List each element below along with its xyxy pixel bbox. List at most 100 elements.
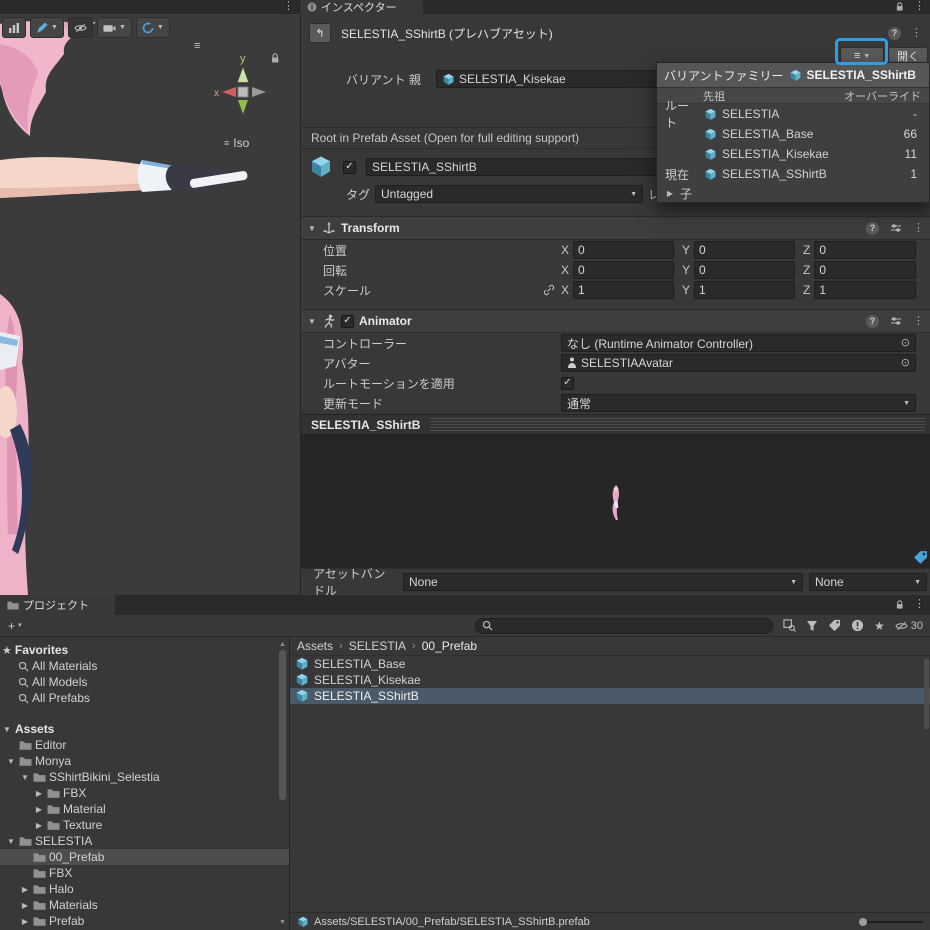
tree-item-editor[interactable]: Editor [0,737,289,753]
foldout-open-icon[interactable]: ▼ [2,725,12,734]
rotation-x-field[interactable]: 0 [573,261,674,279]
tree-item-sshirtbikini-selestia[interactable]: ▼ SShirtBikini_Selestia [0,769,289,785]
overlay-menu-icon[interactable]: ≡ [194,40,200,52]
component-menu-icon[interactable]: ⋮ [913,316,924,327]
tab-project[interactable]: プロジェクト [0,595,115,615]
scene-pane-menu-icon[interactable]: ⋮ [283,1,294,12]
tree-item-texture[interactable]: ▶ Texture [0,817,289,833]
tree-item-materials[interactable]: ▶ Materials [0,897,289,913]
tree-item-prefab[interactable]: ▶ Prefab [0,913,289,929]
filter-by-type-icon[interactable] [806,620,818,632]
tree-item-all-materials[interactable]: All Materials [0,658,289,674]
apply-root-motion-checkbox[interactable]: ✓ [561,377,574,390]
asset-zoom-slider[interactable] [859,918,923,926]
assetbundle-dropdown[interactable]: None ▼ [403,573,803,591]
scale-x-field[interactable]: 1 [573,281,674,299]
tag-dropdown[interactable]: Untagged ▼ [375,185,643,203]
foldout-closed-icon[interactable]: ▶ [34,805,44,814]
controller-object-field[interactable]: なし (Runtime Animator Controller) ⊙ [561,334,916,352]
scene-gizmo[interactable]: y x [214,50,274,120]
tree-item-fbx-2[interactable]: FBX [0,865,289,881]
foldout-open-icon[interactable]: ▼ [307,317,317,326]
presets-icon[interactable] [890,223,902,233]
tree-item-fbx[interactable]: ▶ FBX [0,785,289,801]
presets-icon[interactable] [890,316,902,326]
position-z-field[interactable]: 0 [814,241,916,259]
avatar-object-field[interactable]: SELESTIAAvatar ⊙ [561,354,916,372]
transform-header[interactable]: ▼ Transform ? ⋮ [301,216,930,240]
scale-y-field[interactable]: 1 [694,281,795,299]
tree-item-selestia[interactable]: ▼ SELESTIA [0,833,289,849]
tree-item-monya[interactable]: ▼ Monya [0,753,289,769]
tree-favorites-header[interactable]: ★ Favorites [0,642,289,658]
inspector-pane-menu-icon[interactable]: ⋮ [914,1,925,12]
help-icon[interactable]: ? [888,27,901,40]
draw-mode-button[interactable]: ▼ [30,17,64,38]
component-overlay-button[interactable]: ▼ [136,17,170,38]
camera-overlay-button[interactable]: ▼ [97,17,132,38]
preview-header[interactable]: SELESTIA_SShirtB [301,414,930,435]
project-pane-menu-icon[interactable]: ⋮ [914,599,925,610]
project-search-field[interactable] [475,618,773,634]
animator-enabled-checkbox[interactable]: ✓ [341,315,354,328]
tree-assets-header[interactable]: ▼ Assets [0,721,289,737]
foldout-closed-icon[interactable]: ▶ [20,917,30,926]
object-picker-icon[interactable]: ⊙ [901,338,910,349]
foldout-closed-icon[interactable]: ▶ [34,789,44,798]
help-icon[interactable]: ? [866,315,879,328]
rotation-y-field[interactable]: 0 [694,261,795,279]
foldout-open-icon[interactable]: ▼ [6,837,16,846]
open-in-search-icon[interactable] [783,619,796,632]
rotation-z-field[interactable]: 0 [814,261,916,279]
tree-item-00-prefab[interactable]: 00_Prefab [0,849,289,865]
scroll-down-icon[interactable]: ▼ [279,919,286,926]
tools-overlay-button[interactable] [2,17,26,38]
filter-by-label-icon[interactable] [828,619,841,632]
foldout-open-icon[interactable]: ▼ [20,773,30,782]
breadcrumb-assets[interactable]: Assets [297,639,333,653]
component-menu-icon[interactable]: ⋮ [913,223,924,234]
variant-row-root[interactable]: ルート SELESTIA - [657,104,929,124]
slider-knob[interactable] [859,918,867,926]
variant-row-current[interactable]: 現在 SELESTIA_SShirtB 1 [657,164,929,184]
lock-icon[interactable] [895,1,905,12]
asset-row-selestia-base[interactable]: SELESTIA_Base [290,656,930,672]
foldout-open-icon[interactable]: ▼ [307,224,317,233]
tree-item-all-models[interactable]: All Models [0,674,289,690]
asset-list-scrollbar[interactable] [924,659,929,729]
constrain-proportions-link-icon[interactable] [543,284,555,296]
prefab-back-button[interactable]: ↰ [309,23,331,43]
breadcrumb-00-prefab[interactable]: 00_Prefab [422,639,477,653]
visibility-toggle-button[interactable] [68,17,93,38]
gameobject-active-checkbox[interactable]: ✓ [343,161,356,174]
variant-row-kisekae[interactable]: SELESTIA_Kisekae 11 [657,144,929,164]
assetbundle-variant-dropdown[interactable]: None ▼ [809,573,927,591]
tree-item-material[interactable]: ▶ Material [0,801,289,817]
tree-scrollbar[interactable]: ▲ ▼ [278,641,287,926]
foldout-open-icon[interactable]: ▼ [6,757,16,766]
scrollbar-thumb[interactable] [279,650,286,800]
variant-children-foldout[interactable]: ▶ 子 [657,184,929,202]
scale-z-field[interactable]: 1 [814,281,916,299]
create-asset-button[interactable]: + ▾ [5,619,25,633]
asset-row-selestia-kisekae[interactable]: SELESTIA_Kisekae [290,672,930,688]
tree-item-halo[interactable]: ▶ Halo [0,881,289,897]
tab-inspector[interactable]: インスペクター [300,0,423,14]
info-icon[interactable] [851,619,864,632]
search-input[interactable] [497,620,766,632]
position-x-field[interactable]: 0 [573,241,674,259]
update-mode-dropdown[interactable]: 通常 ▼ [561,394,916,412]
foldout-closed-icon[interactable]: ▶ [20,885,30,894]
position-y-field[interactable]: 0 [694,241,795,259]
scroll-up-icon[interactable]: ▲ [279,641,286,648]
preview-resize-grip[interactable] [430,418,925,431]
tree-item-all-prefabs[interactable]: All Prefabs [0,690,289,706]
inspector-more-icon[interactable]: ⋮ [911,28,922,39]
object-picker-icon[interactable]: ⊙ [901,358,910,369]
breadcrumb-selestia[interactable]: SELESTIA [349,639,406,653]
scene-view[interactable]: ▼ ▼ ▼ ≡ y x [0,14,300,595]
assetbundle-tag-icon[interactable] [913,550,928,565]
foldout-closed-icon[interactable]: ▶ [20,901,30,910]
favorite-icon[interactable]: ★ [874,619,885,633]
foldout-closed-icon[interactable]: ▶ [34,821,44,830]
